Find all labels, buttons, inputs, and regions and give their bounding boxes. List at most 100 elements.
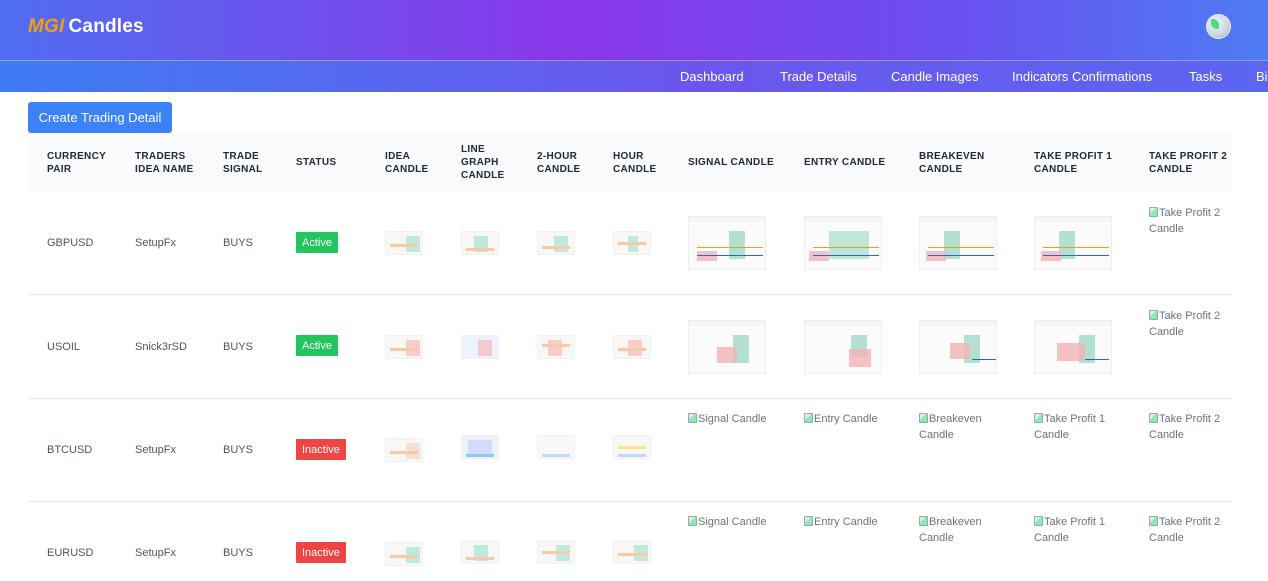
broken-image-icon <box>1034 516 1043 526</box>
header-take-profit-2-candle: TAKE PROFIT 2 CANDLE <box>1149 150 1228 175</box>
header-hour-candle: HOUR CANDLE <box>613 150 657 175</box>
broken-image-icon <box>804 413 813 423</box>
header-idea-name: TRADERS IDEA NAME <box>135 150 194 175</box>
currency-pair: GBPUSD <box>47 237 94 249</box>
2-hour-candle-image[interactable] <box>537 231 575 255</box>
image-alt-text: Take Profit 2 Candle <box>1149 310 1221 338</box>
take-profit-1-candle-image[interactable] <box>1034 320 1112 374</box>
trade-signal: BUYS <box>223 547 253 559</box>
line-graph-candle-image[interactable] <box>461 435 499 459</box>
entry-candle-image[interactable]: Entry Candle <box>804 514 894 530</box>
idea-name: Snick3rSD <box>135 341 187 353</box>
take-profit-2-candle-image[interactable]: Take Profit 2 Candle <box>1149 308 1229 340</box>
2-hour-candle-image[interactable] <box>537 540 575 564</box>
table-row[interactable]: EURUSD SetupFx BUYS Inactive Signal Cand… <box>28 502 1232 581</box>
header-entry-candle: ENTRY CANDLE <box>804 157 886 168</box>
app-logo[interactable]: MGI Candles <box>28 16 144 38</box>
signal-candle-image[interactable] <box>688 216 766 270</box>
top-header: MGI Candles <box>0 0 1268 60</box>
header-status: STATUS <box>296 157 337 168</box>
idea-candle-image[interactable] <box>385 542 423 566</box>
broken-image-icon <box>919 516 928 526</box>
breakeven-candle-image[interactable] <box>919 320 997 374</box>
broken-image-icon <box>804 516 813 526</box>
take-profit-1-candle-image[interactable]: Take Profit 1 Candle <box>1034 411 1114 443</box>
table-row[interactable]: USOIL Snick3rSD BUYS Active Take Profit … <box>28 295 1232 399</box>
take-profit-1-candle-image[interactable] <box>1034 216 1112 270</box>
broken-image-icon <box>688 413 697 423</box>
hour-candle-image[interactable] <box>613 435 651 459</box>
breakeven-candle-image[interactable]: Breakeven Candle <box>919 411 999 443</box>
image-alt-text: Signal Candle <box>698 516 767 528</box>
trade-signal: BUYS <box>223 237 253 249</box>
image-alt-text: Take Profit 2 Candle <box>1149 207 1221 235</box>
image-alt-text: Take Profit 1 Candle <box>1034 413 1106 441</box>
take-profit-2-candle-image[interactable]: Take Profit 2 Candle <box>1149 411 1229 443</box>
breakeven-candle-image[interactable]: Breakeven Candle <box>919 514 999 546</box>
signal-candle-image[interactable] <box>688 320 766 374</box>
broken-image-icon <box>919 413 928 423</box>
image-alt-text: Signal Candle <box>698 413 767 425</box>
trade-details-table: CURRENCY PAIR TRADERS IDEA NAME TRADE SI… <box>28 134 1232 581</box>
status-badge: Inactive <box>296 439 346 460</box>
header-currency-pair: CURRENCY PAIR <box>47 150 106 175</box>
header-breakeven-candle: BREAKEVEN CANDLE <box>919 150 985 175</box>
signal-candle-image[interactable]: Signal Candle <box>688 514 768 530</box>
trade-signal: BUYS <box>223 341 253 353</box>
image-alt-text: Take Profit 2 Candle <box>1149 413 1221 441</box>
logo-prefix: MGI <box>28 16 65 37</box>
nav-dashboard[interactable]: Dashboard <box>680 69 744 84</box>
take-profit-2-candle-image[interactable]: Take Profit 2 Candle <box>1149 514 1229 546</box>
broken-image-icon <box>1149 413 1158 423</box>
broken-image-icon <box>1149 207 1158 217</box>
nav-item-truncated[interactable]: Bi <box>1256 69 1268 84</box>
line-graph-candle-image[interactable] <box>461 540 499 564</box>
table-row[interactable]: GBPUSD SetupFx BUYS Active Take Profit 2… <box>28 191 1232 295</box>
entry-candle-image[interactable] <box>804 216 882 270</box>
broken-image-icon <box>1034 413 1043 423</box>
table-header: CURRENCY PAIR TRADERS IDEA NAME TRADE SI… <box>28 134 1232 191</box>
2-hour-candle-image[interactable] <box>537 335 575 359</box>
hour-candle-image[interactable] <box>613 540 651 564</box>
line-graph-candle-image[interactable] <box>461 231 499 255</box>
idea-name: SetupFx <box>135 237 176 249</box>
line-graph-candle-image[interactable] <box>461 335 499 359</box>
idea-candle-image[interactable] <box>385 438 423 462</box>
image-alt-text: Take Profit 2 Candle <box>1149 516 1221 544</box>
logo-name: Candles <box>68 16 144 37</box>
idea-candle-image[interactable] <box>385 335 423 359</box>
header-take-profit-1-candle: TAKE PROFIT 1 CANDLE <box>1034 150 1113 175</box>
currency-pair: EURUSD <box>47 547 94 559</box>
entry-candle-image[interactable] <box>804 320 882 374</box>
take-profit-2-candle-image[interactable]: Take Profit 2 Candle <box>1149 205 1229 237</box>
image-alt-text: Entry Candle <box>814 413 878 425</box>
entry-candle-image[interactable]: Entry Candle <box>804 411 894 427</box>
signal-candle-image[interactable]: Signal Candle <box>688 411 768 427</box>
hour-candle-image[interactable] <box>613 335 651 359</box>
hour-candle-image[interactable] <box>613 231 651 255</box>
breakeven-candle-image[interactable] <box>919 216 997 270</box>
user-avatar[interactable] <box>1206 14 1231 39</box>
nav-indicators-confirmations[interactable]: Indicators Confirmations <box>1012 69 1152 84</box>
nav-candle-images[interactable]: Candle Images <box>891 69 978 84</box>
image-alt-text: Entry Candle <box>814 516 878 528</box>
broken-image-icon <box>688 516 697 526</box>
currency-pair: USOIL <box>47 341 81 353</box>
create-trading-detail-button[interactable]: Create Trading Detail <box>28 102 172 133</box>
header-signal-candle: SIGNAL CANDLE <box>688 157 774 168</box>
status-badge: Active <box>296 335 338 356</box>
image-alt-text: Breakeven Candle <box>919 516 982 544</box>
status-badge: Active <box>296 232 338 253</box>
nav-tasks[interactable]: Tasks <box>1189 69 1222 84</box>
2-hour-candle-image[interactable] <box>537 435 575 459</box>
take-profit-1-candle-image[interactable]: Take Profit 1 Candle <box>1034 514 1114 546</box>
header-trade-signal: TRADE SIGNAL <box>223 150 263 175</box>
broken-image-icon <box>1149 310 1158 320</box>
status-badge: Inactive <box>296 542 346 563</box>
idea-candle-image[interactable] <box>385 231 423 255</box>
idea-name: SetupFx <box>135 547 176 559</box>
header-idea-candle: IDEA CANDLE <box>385 150 429 175</box>
table-row[interactable]: BTCUSD SetupFx BUYS Inactive Signal Cand… <box>28 399 1232 502</box>
nav-trade-details[interactable]: Trade Details <box>780 69 857 84</box>
header-line-graph-candle: LINE GRAPH CANDLE <box>461 144 505 181</box>
